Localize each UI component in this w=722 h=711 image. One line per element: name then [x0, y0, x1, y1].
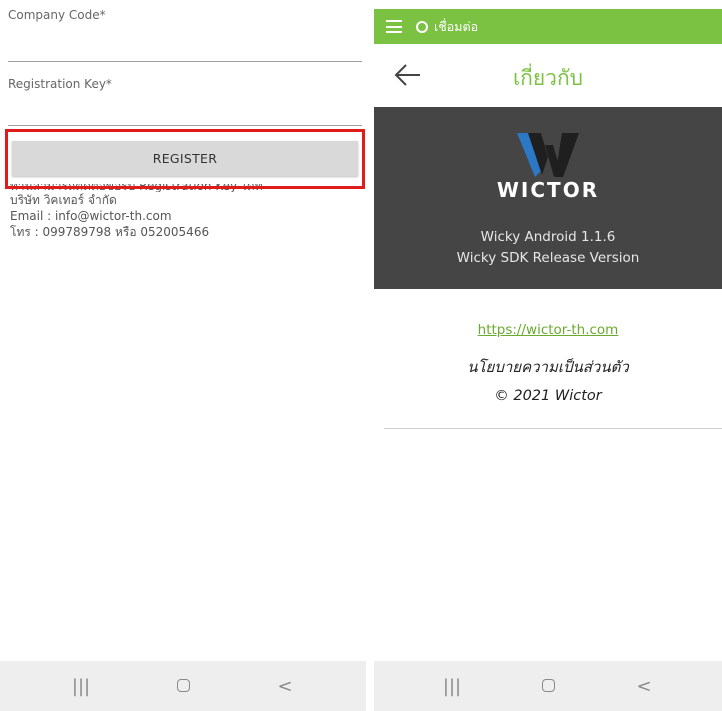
app-version: Wicky Android 1.1.6	[480, 229, 616, 245]
back-nav-icon[interactable]: <	[624, 676, 664, 697]
registration-key-label: Registration Key*	[8, 77, 112, 91]
company-code-label: Company Code*	[8, 8, 106, 22]
sdk-version: Wicky SDK Release Version	[456, 250, 640, 266]
circle-status-icon	[416, 20, 428, 33]
connection-status: เชื่อมต่อ	[434, 18, 479, 34]
system-nav-bar: ||| <	[374, 661, 722, 711]
divider	[384, 428, 722, 429]
register-button[interactable]: REGISTER	[12, 141, 358, 176]
website-link[interactable]: https://wictor-th.com	[374, 322, 722, 338]
company-code-input[interactable]	[8, 28, 362, 54]
about-screen: เชื่อมต่อ เกี่ยวกับ WICTOR Wicky Android…	[374, 0, 722, 711]
privacy-policy-link[interactable]: นโยบายความเป็นส่วนตัว	[374, 355, 722, 379]
home-icon	[541, 678, 555, 692]
hamburger-menu-icon[interactable]	[386, 20, 402, 33]
page-title: เกี่ยวกับ	[512, 66, 584, 90]
registration-screen: Company Code* Registration Key* REGISTER…	[0, 0, 366, 711]
back-nav-icon[interactable]: <	[265, 676, 305, 697]
logo-wordmark: WICTOR	[496, 178, 600, 202]
brand-panel: WICTOR Wicky Android 1.1.6 Wicky SDK Rel…	[374, 107, 722, 289]
recents-icon[interactable]: |||	[61, 676, 101, 697]
wictor-logo-icon	[517, 133, 579, 177]
system-nav-bar: ||| <	[0, 661, 366, 711]
contact-email: Email : info@wictor-th.com	[10, 209, 172, 223]
contact-info-line: ท่านสามารถติดต่อขอรับ Registration Key ไ…	[10, 184, 263, 192]
company-code-field: Company Code*	[8, 8, 362, 64]
company-code-underline	[8, 61, 362, 62]
contact-phone: โทร : 099789798 หรือ 052005466	[10, 225, 210, 239]
app-bar: เชื่อมต่อ	[374, 9, 722, 44]
home-button[interactable]	[528, 676, 568, 697]
registration-key-field: Registration Key*	[8, 77, 362, 129]
contact-info: ท่านสามารถติดต่อขอรับ Registration Key ไ…	[10, 184, 360, 240]
registration-key-input[interactable]	[8, 97, 362, 123]
copyright-text: © 2021 Wictor	[494, 388, 602, 404]
company-name: บริษัท วิคเทอร์ จำกัด	[10, 193, 117, 207]
title-row: เกี่ยวกับ	[374, 44, 722, 106]
home-button[interactable]	[163, 676, 203, 697]
registration-key-underline	[8, 125, 362, 126]
recents-icon[interactable]: |||	[432, 676, 472, 697]
home-icon	[176, 678, 190, 692]
